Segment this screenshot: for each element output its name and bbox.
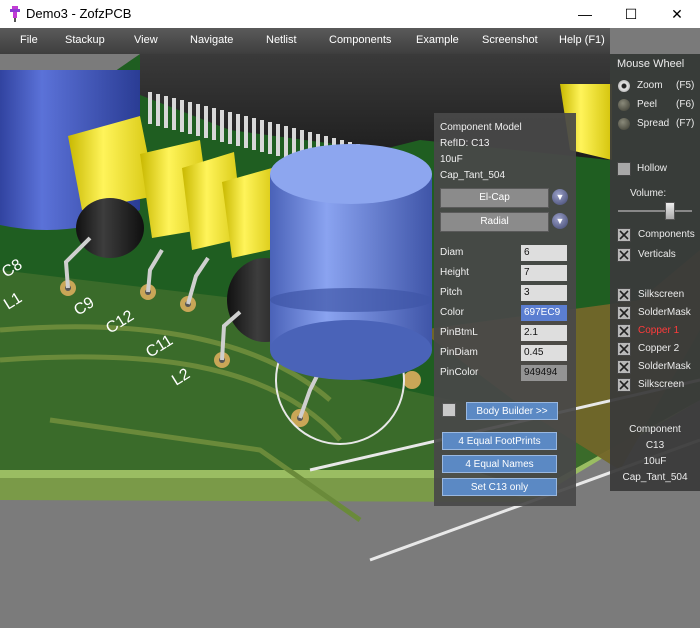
component-info-footprint: Cap_Tant_504 xyxy=(622,472,688,483)
peel-label: Peel xyxy=(637,99,658,110)
zoom-radio[interactable] xyxy=(618,80,630,92)
hollow-label: Hollow xyxy=(637,163,668,174)
component-info-title: Component xyxy=(629,424,681,435)
param-label-pindiam: PinDiam xyxy=(440,347,478,358)
param-label-pinbtml: PinBtmL xyxy=(440,327,478,338)
component-info-refid: C13 xyxy=(645,440,665,451)
mouse-wheel-title: Mouse Wheel xyxy=(617,58,685,70)
menu-components[interactable]: Components xyxy=(329,34,391,46)
menu-netlist[interactable]: Netlist xyxy=(266,34,297,46)
layer-silkscreen-bottom-label: Silkscreen xyxy=(638,379,685,390)
menu-view[interactable]: View xyxy=(134,34,158,46)
check-x-icon xyxy=(619,230,629,240)
diam-field[interactable]: 6 xyxy=(521,245,567,261)
component-info-value: 10uF xyxy=(643,456,667,467)
param-label-height: Height xyxy=(440,267,469,278)
pitch-field[interactable]: 3 xyxy=(521,285,567,301)
spread-key: (F7) xyxy=(676,118,695,129)
maximize-icon: ☐ xyxy=(624,5,638,22)
check-x-icon xyxy=(619,326,629,336)
layer-silkscreen-bottom-checkbox[interactable] xyxy=(617,378,631,392)
check-x-icon xyxy=(619,308,629,318)
menu-navigate[interactable]: Navigate xyxy=(190,34,233,46)
components-label: Components xyxy=(638,229,695,240)
volume-label: Volume: xyxy=(630,188,667,199)
view-options-panel: Mouse Wheel Zoom (F5) Peel (F6) Spread (… xyxy=(610,54,700,491)
param-label-pitch: Pitch xyxy=(440,287,463,298)
param-label-diam: Diam xyxy=(440,247,464,258)
menu-screenshot[interactable]: Screenshot xyxy=(482,34,538,46)
equal-footprints-button[interactable]: 4 Equal FootPrints xyxy=(442,432,557,450)
menu-bar: File Stackup View Navigate Netlist Compo… xyxy=(0,28,610,54)
body-type-dropdown-icon[interactable]: ▼ xyxy=(552,189,568,205)
peel-radio[interactable] xyxy=(618,99,630,111)
close-button[interactable]: ✕ xyxy=(654,0,700,28)
volume-slider-track[interactable] xyxy=(618,210,692,212)
layer-silkscreen-top-label: Silkscreen xyxy=(638,289,685,300)
equal-names-button[interactable]: 4 Equal Names xyxy=(442,455,557,473)
value-text: 10uF xyxy=(440,154,463,165)
menu-stackup[interactable]: Stackup xyxy=(65,34,105,46)
layer-silkscreen-top-checkbox[interactable] xyxy=(617,288,631,302)
pinbtml-field[interactable]: 2.1 xyxy=(521,325,567,341)
layer-copper1-checkbox[interactable] xyxy=(617,324,631,338)
check-x-icon xyxy=(619,290,629,300)
hollow-checkbox[interactable] xyxy=(617,162,631,176)
check-x-icon xyxy=(619,380,629,390)
minimize-icon: — xyxy=(578,6,592,22)
menu-example[interactable]: Example xyxy=(416,34,459,46)
color-field[interactable]: 697EC9 xyxy=(521,305,567,321)
layer-copper2-checkbox[interactable] xyxy=(617,342,631,356)
refid-text: RefID: C13 xyxy=(440,138,490,149)
zoom-label: Zoom xyxy=(637,80,663,91)
selected-capacitor-c13[interactable] xyxy=(270,144,432,380)
footprint-text: Cap_Tant_504 xyxy=(440,170,506,181)
layer-soldermask-top-label: SolderMask xyxy=(638,307,691,318)
layer-soldermask-bottom-label: SolderMask xyxy=(638,361,691,372)
param-label-color: Color xyxy=(440,307,464,318)
layer-soldermask-top-checkbox[interactable] xyxy=(617,306,631,320)
pincolor-field[interactable]: 949494 xyxy=(521,365,567,381)
spread-label: Spread xyxy=(637,118,670,129)
layer-copper1-label: Copper 1 xyxy=(638,325,680,336)
menu-help[interactable]: Help (F1) xyxy=(559,34,605,46)
title-bar: Demo3 - ZofzPCB — ☐ ✕ xyxy=(0,0,700,28)
component-model-panel: Component Model RefID: C13 10uF Cap_Tant… xyxy=(434,113,576,506)
app-icon xyxy=(10,6,20,22)
check-x-icon xyxy=(619,250,629,260)
close-icon: ✕ xyxy=(671,5,683,22)
components-checkbox[interactable] xyxy=(617,228,631,242)
body-type-select[interactable]: El-Cap xyxy=(440,188,549,208)
mount-type-select[interactable]: Radial xyxy=(440,212,549,232)
menu-file[interactable]: File xyxy=(20,34,38,46)
body-builder-button[interactable]: Body Builder >> xyxy=(466,402,558,420)
set-c13-button[interactable]: Set C13 only xyxy=(442,478,557,496)
panel-title: Component Model xyxy=(440,122,522,133)
pcb-3d-viewport[interactable]: C8 L1 C9 C12 C11 L2 xyxy=(0,54,700,628)
layer-copper2-label: Copper 2 xyxy=(638,343,680,354)
minimize-button[interactable]: — xyxy=(562,0,608,28)
param-label-pincolor: PinColor xyxy=(440,367,479,378)
mount-type-dropdown-icon[interactable]: ▼ xyxy=(552,213,568,229)
window-title: Demo3 - ZofzPCB xyxy=(26,6,132,21)
peel-key: (F6) xyxy=(676,99,695,110)
height-field[interactable]: 7 xyxy=(521,265,567,281)
check-x-icon xyxy=(619,344,629,354)
spread-radio[interactable] xyxy=(618,118,630,130)
volume-slider-thumb[interactable] xyxy=(665,202,676,220)
maximize-button[interactable]: ☐ xyxy=(608,0,654,28)
zoom-key: (F5) xyxy=(676,80,695,91)
verticals-checkbox[interactable] xyxy=(617,248,631,262)
verticals-label: Verticals xyxy=(638,249,676,260)
body-builder-checkbox[interactable] xyxy=(442,403,456,417)
pindiam-field[interactable]: 0.45 xyxy=(521,345,567,361)
layer-soldermask-bottom-checkbox[interactable] xyxy=(617,360,631,374)
check-x-icon xyxy=(619,362,629,372)
